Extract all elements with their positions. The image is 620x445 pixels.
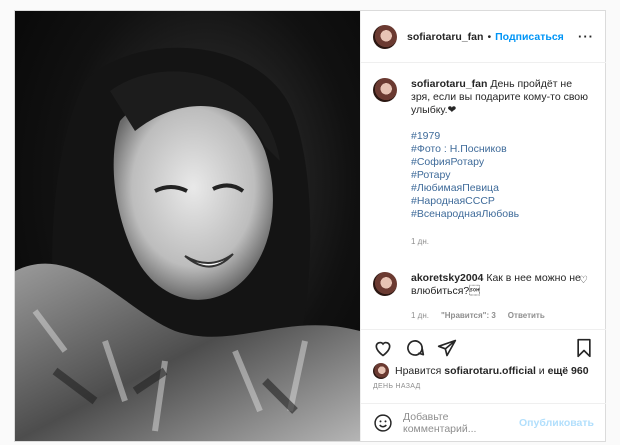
- comment-username[interactable]: akoretsky2004: [411, 272, 483, 284]
- reply-button[interactable]: Ответить: [508, 311, 545, 320]
- likes-and: и: [538, 365, 545, 377]
- post-photo[interactable]: [15, 11, 360, 441]
- hashtag[interactable]: #СофияРотару: [411, 156, 594, 169]
- liker-username[interactable]: sofiarotaru.official: [444, 365, 536, 377]
- caption-avatar[interactable]: [373, 78, 397, 102]
- caption-time[interactable]: 1 дн.: [411, 235, 594, 248]
- share-icon[interactable]: [437, 338, 457, 358]
- comment-input[interactable]: Добавьте комментарий...: [403, 411, 519, 435]
- author-username[interactable]: sofiarotaru_fan: [407, 31, 483, 43]
- caption: sofiarotaru_fan День пройдёт не зря, есл…: [373, 78, 594, 248]
- comment-time[interactable]: 1 дн.: [411, 311, 429, 320]
- publish-button[interactable]: Опубликовать: [519, 417, 594, 429]
- hashtag[interactable]: #ЛюбимаяПевица: [411, 182, 594, 195]
- portrait-image: [15, 47, 360, 441]
- heart-icon[interactable]: [373, 338, 393, 358]
- comments-section: sofiarotaru_fan День пройдёт не зря, есл…: [361, 64, 606, 326]
- liker-avatar[interactable]: [373, 363, 389, 379]
- add-comment-bar: Добавьте комментарий... Опубликовать: [361, 403, 606, 441]
- post-header: sofiarotaru_fan • Подписаться ···: [361, 11, 606, 63]
- commenter-avatar[interactable]: [373, 272, 397, 296]
- hashtag[interactable]: #Ротару: [411, 169, 594, 182]
- comment-meta: 1 дн. "Нравится": 3 Ответить: [411, 311, 594, 320]
- comment-icon[interactable]: [405, 338, 425, 358]
- post-card: sofiarotaru_fan • Подписаться ··· sofiar…: [14, 10, 606, 442]
- likes-count[interactable]: ещё 960: [548, 365, 589, 377]
- caption-body: sofiarotaru_fan День пройдёт не зря, есл…: [411, 78, 594, 248]
- hashtag[interactable]: #1979: [411, 130, 594, 143]
- action-bar: [361, 329, 606, 365]
- separator: •: [487, 30, 492, 43]
- hashtag[interactable]: #ВсенароднаяЛюбовь: [411, 208, 594, 221]
- likes-prefix: Нравится: [395, 365, 442, 377]
- hashtag-list: #1979 #Фото : Н.Посников #СофияРотару #Р…: [411, 130, 594, 221]
- comment-body: akoretsky2004 Как в нее можно не влюбить…: [411, 272, 581, 298]
- emoji-icon[interactable]: [373, 413, 393, 433]
- caption-username[interactable]: sofiarotaru_fan: [411, 78, 487, 90]
- post-sidebar: sofiarotaru_fan • Подписаться ··· sofiar…: [360, 11, 606, 441]
- bookmark-icon[interactable]: [574, 338, 594, 358]
- hashtag[interactable]: #Фото : Н.Посников: [411, 143, 594, 156]
- likes-row: Нравится sofiarotaru.official и ещё 960: [373, 363, 589, 379]
- post-date[interactable]: ДЕНЬ НАЗАД: [373, 383, 421, 390]
- follow-button[interactable]: Подписаться: [495, 31, 564, 43]
- like-comment-heart-icon[interactable]: ♡: [579, 275, 588, 286]
- hashtag[interactable]: #НароднаяСССР: [411, 195, 594, 208]
- comment-likes[interactable]: "Нравится": 3: [441, 311, 496, 320]
- author-avatar[interactable]: [373, 24, 397, 49]
- comment: akoretsky2004 Как в нее можно не влюбить…: [373, 272, 594, 298]
- more-options-icon[interactable]: ···: [578, 29, 594, 44]
